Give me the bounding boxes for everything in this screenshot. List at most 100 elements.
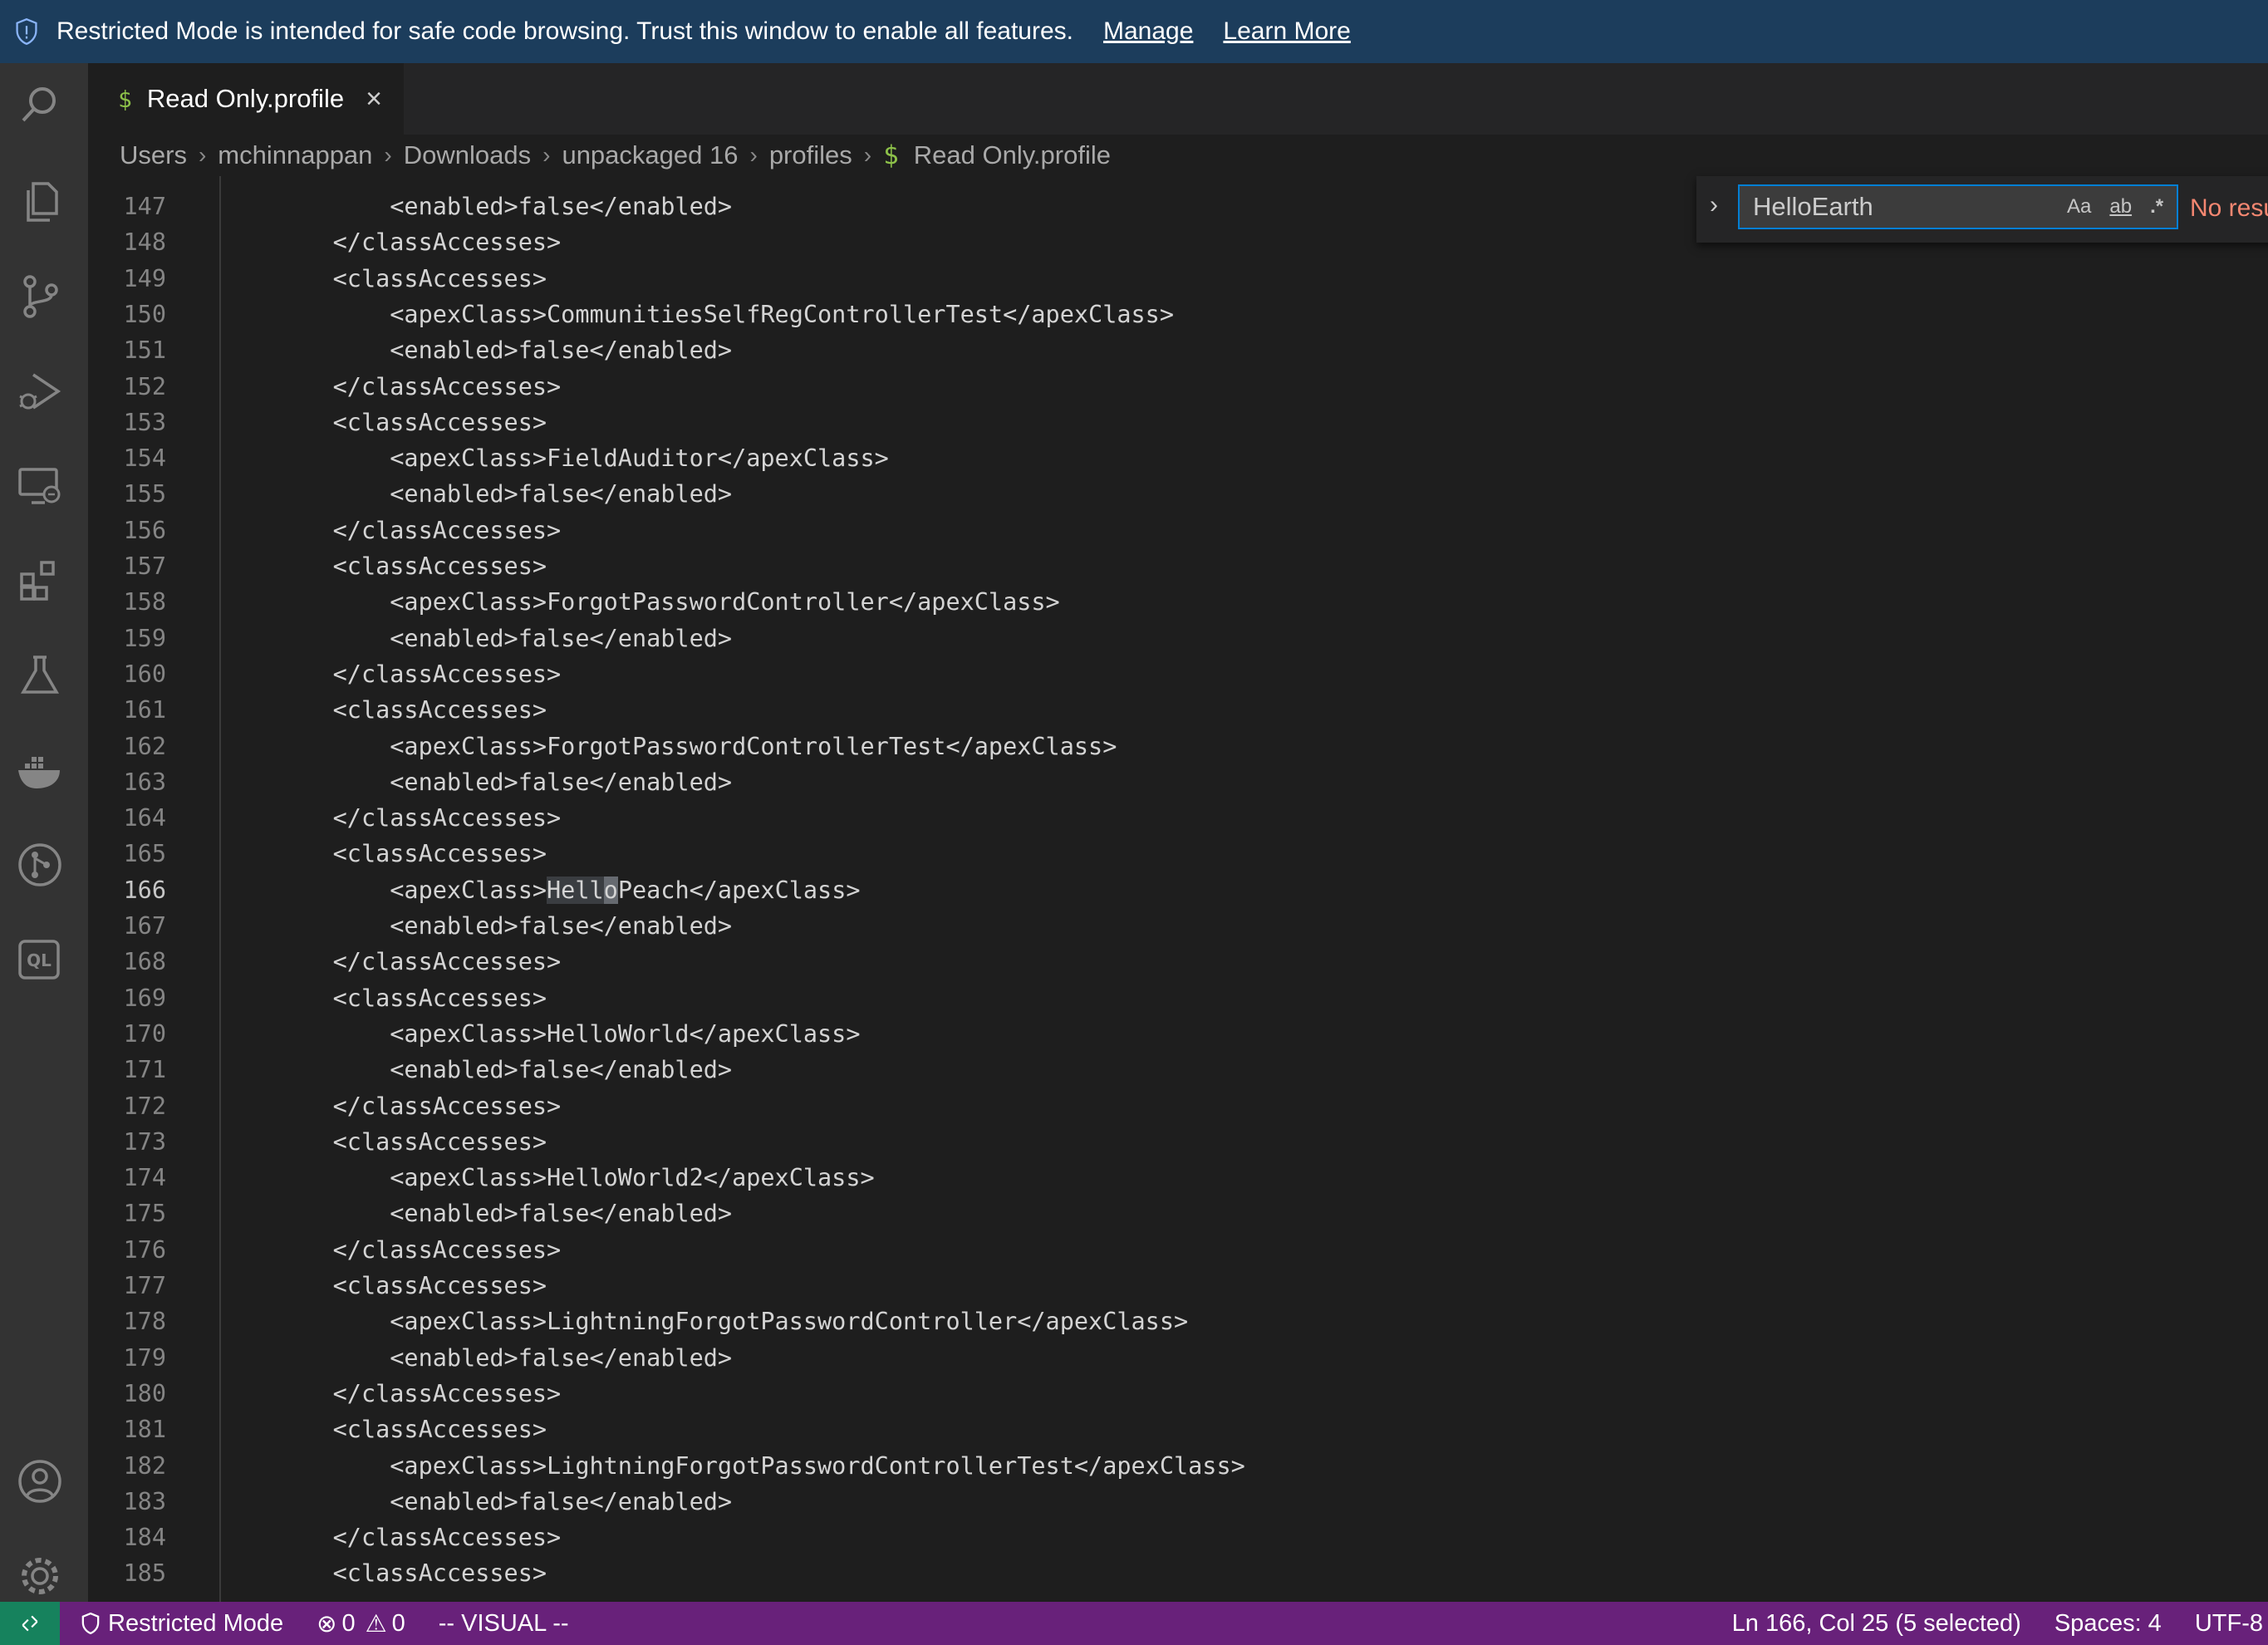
restricted-mode-status[interactable]: Restricted Mode (81, 1610, 283, 1638)
code-line[interactable]: 159 <enabled>false</enabled> (88, 621, 2268, 656)
match-whole-word-icon[interactable]: ab (2109, 195, 2132, 219)
account-icon[interactable] (12, 1454, 67, 1509)
line-number: 167 (123, 912, 166, 940)
match-case-icon[interactable]: Aa (2067, 195, 2091, 219)
shield-icon (81, 1613, 100, 1634)
line-number: 148 (123, 228, 166, 257)
docker-icon[interactable] (12, 743, 67, 798)
code-line[interactable]: 170 <apexClass>HelloWorld</apexClass> (88, 1016, 2268, 1052)
git-graph-icon[interactable] (12, 837, 67, 892)
line-code: <classAccesses> (276, 1416, 547, 1444)
line-code: </classAccesses> (276, 516, 562, 544)
tab-title: Read Only.profile (146, 84, 345, 113)
code-line[interactable]: 152 </classAccesses> (88, 369, 2268, 405)
code-line[interactable]: 176 </classAccesses> (88, 1232, 2268, 1268)
manage-link[interactable]: Manage (1103, 17, 1193, 46)
line-number: 156 (123, 516, 166, 544)
code-line[interactable]: 162 <apexClass>ForgotPasswordControllerT… (88, 729, 2268, 764)
line-number: 152 (123, 372, 166, 400)
line-number: 157 (123, 552, 166, 580)
codeql-icon[interactable]: QL (12, 932, 67, 987)
cursor-position-status[interactable]: Ln 166, Col 25 (5 selected) (1732, 1610, 2021, 1638)
line-number: 169 (123, 984, 166, 1012)
code-line[interactable]: 157 <classAccesses> (88, 548, 2268, 584)
code-line[interactable]: 183 <enabled>false</enabled> (88, 1484, 2268, 1520)
source-control-icon[interactable] (12, 269, 67, 324)
code-line[interactable]: 185 <classAccesses> (88, 1555, 2268, 1591)
activity-bar: QL (0, 63, 88, 1602)
close-icon[interactable]: × (366, 83, 382, 115)
line-number: 168 (123, 948, 166, 976)
remote-indicator[interactable] (0, 1602, 60, 1645)
code-line[interactable]: 174 <apexClass>HelloWorld2</apexClass> (88, 1160, 2268, 1196)
code-line[interactable]: 154 <apexClass>FieldAuditor</apexClass> (88, 440, 2268, 476)
line-number: 164 (123, 804, 166, 832)
line-number: 154 (123, 444, 166, 473)
code-line[interactable]: 182 <apexClass>LightningForgotPasswordCo… (88, 1448, 2268, 1484)
code-line[interactable]: 149 <classAccesses> (88, 261, 2268, 297)
code-line[interactable]: 151 <enabled>false</enabled> (88, 332, 2268, 368)
code-line[interactable]: 175 <enabled>false</enabled> (88, 1196, 2268, 1231)
code-line[interactable]: 155 <enabled>false</enabled> (88, 476, 2268, 512)
line-code: <classAccesses> (276, 984, 547, 1012)
chevron-right-icon: › (542, 142, 551, 168)
code-line[interactable]: 160 </classAccesses> (88, 656, 2268, 692)
code-line[interactable]: 172 </classAccesses> (88, 1088, 2268, 1124)
line-number: 184 (123, 1524, 166, 1552)
search-icon[interactable] (12, 78, 67, 133)
code-line[interactable]: 173 <classAccesses> (88, 1124, 2268, 1160)
line-code: </classAccesses> (276, 228, 562, 257)
indentation-status[interactable]: Spaces: 4 (2054, 1610, 2162, 1638)
testing-icon[interactable] (12, 648, 67, 703)
code-line[interactable]: 150 <apexClass>CommunitiesSelfRegControl… (88, 297, 2268, 332)
line-code: <enabled>false</enabled> (276, 912, 733, 940)
code-line[interactable]: 171 <enabled>false</enabled> (88, 1052, 2268, 1088)
line-code: </classAccesses> (276, 372, 562, 400)
encoding-status[interactable]: UTF-8 (2195, 1610, 2263, 1638)
code-line[interactable]: 180 </classAccesses> (88, 1376, 2268, 1412)
code-line[interactable]: 184 </classAccesses> (88, 1520, 2268, 1555)
code-line[interactable]: 167 <enabled>false</enabled> (88, 908, 2268, 944)
find-result-count: No resu (2190, 194, 2268, 222)
status-bar: Restricted Mode ⊗ 0 ⚠ 0 -- VISUAL -- Ln … (0, 1602, 2268, 1645)
line-code: <enabled>false</enabled> (276, 336, 733, 365)
code-line[interactable]: 178 <apexClass>LightningForgotPasswordCo… (88, 1304, 2268, 1339)
code-line[interactable]: 164 </classAccesses> (88, 800, 2268, 836)
code-line[interactable]: 158 <apexClass>ForgotPasswordController<… (88, 584, 2268, 620)
tab-read-only-profile[interactable]: $ Read Only.profile × (88, 63, 404, 135)
code-line[interactable]: 168 </classAccesses> (88, 944, 2268, 980)
line-code: <classAccesses> (276, 1559, 547, 1588)
remote-explorer-icon[interactable] (12, 459, 67, 513)
line-code: <enabled>false</enabled> (276, 1200, 733, 1228)
breadcrumb-profiles[interactable]: profiles (769, 140, 852, 170)
breadcrumb-unpackaged-16[interactable]: unpackaged 16 (562, 140, 738, 170)
problems-status[interactable]: ⊗ 0 ⚠ 0 (317, 1609, 405, 1638)
code-line[interactable]: 153 <classAccesses> (88, 405, 2268, 440)
chevron-right-icon: › (749, 142, 758, 168)
line-number: 172 (123, 1092, 166, 1120)
code-line[interactable]: 156 </classAccesses> (88, 513, 2268, 548)
breadcrumb-file[interactable]: Read Only.profile (914, 140, 1111, 170)
breadcrumb-downloads[interactable]: Downloads (404, 140, 531, 170)
breadcrumb-users[interactable]: Users (120, 140, 187, 170)
run-debug-icon[interactable] (12, 364, 67, 419)
use-regex-icon[interactable]: .* (2150, 195, 2163, 219)
line-number: 178 (123, 1308, 166, 1336)
extensions-icon[interactable] (12, 553, 67, 608)
code-editor[interactable]: 147 <enabled>false</enabled> 148 </classA… (88, 176, 2268, 1602)
breadcrumb-mchinnappan[interactable]: mchinnappan (218, 140, 372, 170)
code-line[interactable]: 181 <classAccesses> (88, 1412, 2268, 1447)
code-line[interactable]: 163 <enabled>false</enabled> (88, 764, 2268, 800)
line-number: 165 (123, 840, 166, 868)
explorer-icon[interactable] (12, 174, 67, 229)
code-line[interactable]: 179 <enabled>false</enabled> (88, 1340, 2268, 1376)
line-code: </classAccesses> (276, 1524, 562, 1552)
settings-gear-icon[interactable] (12, 1549, 67, 1603)
learn-more-link[interactable]: Learn More (1223, 17, 1350, 46)
code-line[interactable]: 177 <classAccesses> (88, 1268, 2268, 1304)
code-line[interactable]: 165 <classAccesses> (88, 836, 2268, 872)
code-line[interactable]: 166 <apexClass>HelloPeach</apexClass> (88, 872, 2268, 908)
toggle-replace-chevron-icon[interactable]: › (1710, 191, 1718, 219)
code-line[interactable]: 169 <classAccesses> (88, 980, 2268, 1016)
code-line[interactable]: 161 <classAccesses> (88, 692, 2268, 728)
